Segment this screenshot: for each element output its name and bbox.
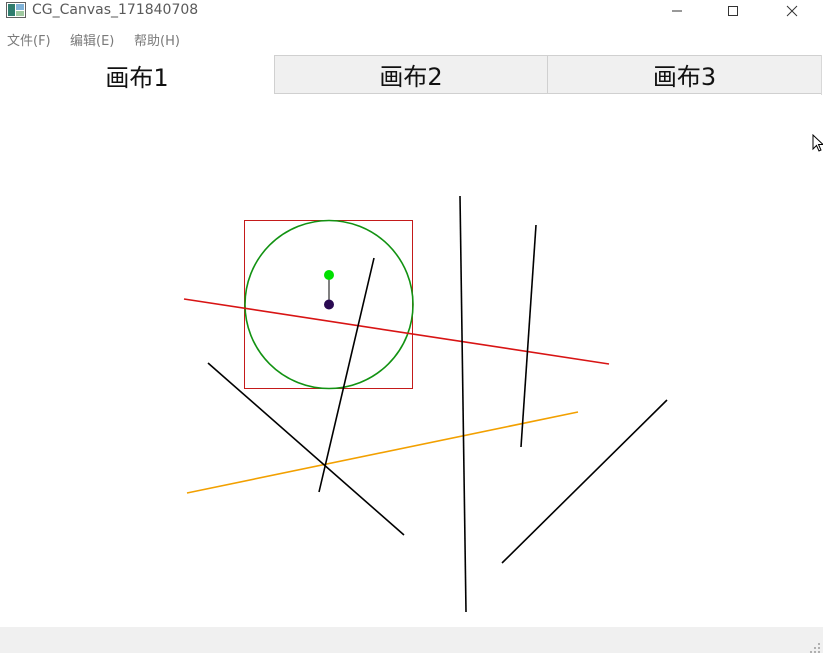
canvas-svg[interactable] bbox=[0, 0, 822, 627]
black-line[interactable] bbox=[520, 224, 537, 448]
black-line[interactable] bbox=[318, 257, 375, 493]
orange-line[interactable] bbox=[186, 411, 579, 494]
black-line[interactable] bbox=[459, 195, 467, 613]
rotate-handle[interactable] bbox=[324, 270, 334, 280]
mouse-cursor-icon bbox=[812, 133, 823, 154]
black-line[interactable] bbox=[501, 399, 668, 564]
resize-grip-icon[interactable] bbox=[809, 639, 821, 653]
drawing-canvas[interactable] bbox=[0, 95, 822, 627]
center-handle[interactable] bbox=[324, 299, 334, 310]
status-bar bbox=[0, 627, 823, 653]
